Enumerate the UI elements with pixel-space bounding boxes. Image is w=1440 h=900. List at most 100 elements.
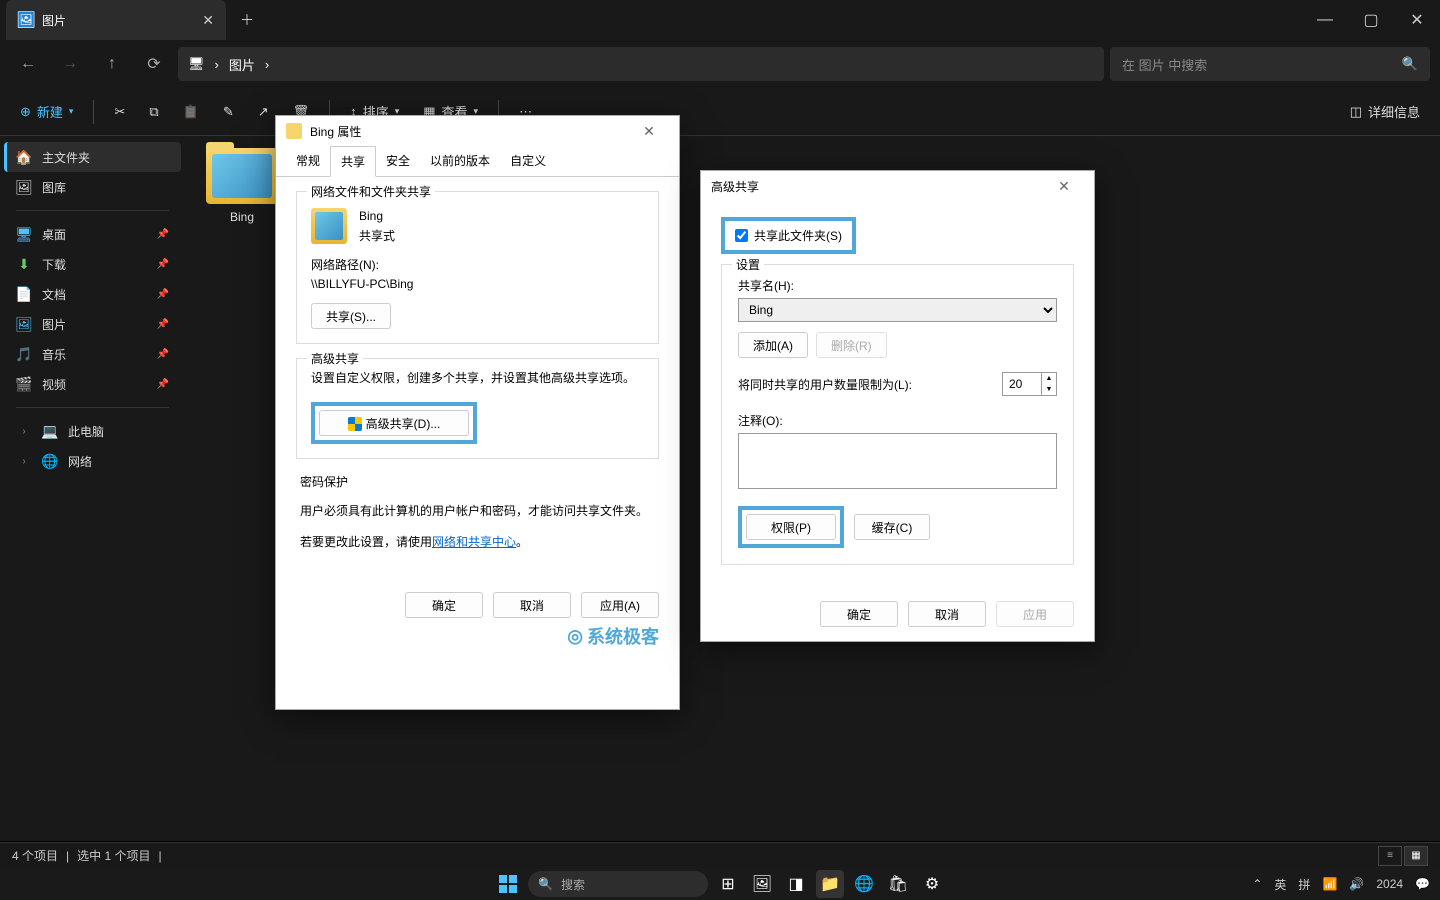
folder-icon [206, 148, 278, 204]
apply-button[interactable]: 应用(A) [581, 592, 659, 618]
sidebar-item-downloads[interactable]: ⬇下载📌 [4, 249, 181, 279]
document-icon: 📄 [16, 286, 32, 302]
tray-chevron-icon[interactable]: ⌃ [1252, 877, 1262, 891]
search-icon[interactable]: 🔍 [1402, 56, 1418, 72]
breadcrumb-pictures[interactable]: 图片 [229, 55, 255, 74]
window-tab[interactable]: 🖼 图片 ✕ [6, 0, 226, 40]
highlight-frame: 权限(P) [738, 506, 844, 548]
close-icon[interactable]: ✕ [1044, 178, 1084, 195]
download-icon: ⬇ [16, 256, 32, 272]
close-icon[interactable]: ✕ [629, 123, 669, 140]
taskbar-settings[interactable]: ⚙ [918, 870, 946, 898]
task-view-button[interactable]: ⊞ [714, 870, 742, 898]
sidebar-item-network[interactable]: ›🌐网络 [4, 446, 181, 476]
chevron-right-icon: › [265, 57, 269, 72]
sidebar-item-home[interactable]: 🏠主文件夹 [4, 142, 181, 172]
wifi-icon[interactable]: 📶 [1322, 877, 1337, 891]
window-controls: — ▢ ✕ [1302, 0, 1440, 40]
notifications-icon[interactable]: 💬 [1415, 877, 1430, 891]
address-bar[interactable]: 🖥 › 图片 › [178, 47, 1104, 81]
folder-bing[interactable]: Bing [197, 148, 287, 224]
cancel-button[interactable]: 取消 [908, 601, 986, 627]
sidebar-item-videos[interactable]: 🎬视频📌 [4, 369, 181, 399]
sidebar-item-thispc[interactable]: ›💻此电脑 [4, 416, 181, 446]
tab-security[interactable]: 安全 [376, 146, 420, 176]
taskbar-explorer[interactable]: 📁 [816, 870, 844, 898]
remove-button[interactable]: 删除(R) [816, 332, 887, 358]
group-title: 密码保护 [300, 473, 655, 490]
cache-button[interactable]: 缓存(C) [854, 514, 930, 540]
network-share-group: 网络文件和文件夹共享 Bing 共享式 网络路径(N): \\BILLYFU-P… [296, 191, 659, 344]
cut-button[interactable]: ✂ [104, 94, 135, 130]
search-box[interactable]: 在 图片 中搜索 🔍 [1110, 47, 1430, 81]
desktop-icon: 🖥 [16, 226, 32, 242]
navbar: ← → ↑ ⟳ 🖥 › 图片 › 在 图片 中搜索 🔍 [0, 40, 1440, 88]
copy-button[interactable]: ⧉ [139, 94, 168, 130]
new-tab-button[interactable]: ＋ [226, 10, 268, 30]
sidebar-item-gallery[interactable]: 🖼图库 [4, 172, 181, 202]
view-grid-button[interactable]: ▦ [1404, 846, 1428, 866]
taskbar-app-1[interactable]: 🖼 [748, 870, 776, 898]
tab-close-icon[interactable]: ✕ [202, 12, 214, 29]
ime-mode[interactable]: 拼 [1298, 876, 1310, 893]
cancel-button[interactable]: 取消 [493, 592, 571, 618]
ok-button[interactable]: 确定 [820, 601, 898, 627]
sidebar-item-music[interactable]: 🎵音乐📌 [4, 339, 181, 369]
sidebar-item-desktop[interactable]: 🖥桌面📌 [4, 219, 181, 249]
ok-button[interactable]: 确定 [405, 592, 483, 618]
home-icon: 🏠 [16, 149, 32, 165]
sharename-select[interactable]: Bing [738, 298, 1057, 322]
taskbar-search[interactable]: 🔍搜索 [528, 871, 708, 897]
minimize-button[interactable]: — [1302, 0, 1348, 40]
share-checkbox-input[interactable] [735, 229, 748, 242]
taskbar: 🔍搜索 ⊞ 🖼 ◨ 📁 🌐 🛍 ⚙ ⌃ 英 拼 📶 🔊 2024 💬 [0, 868, 1440, 900]
back-button[interactable]: ← [10, 46, 46, 82]
forward-button[interactable]: → [52, 46, 88, 82]
pictures-icon: 🖼 [18, 12, 34, 28]
apply-button[interactable]: 应用 [996, 601, 1074, 627]
folder-name: Bing [359, 209, 395, 223]
item-count: 4 个项目 [12, 847, 58, 864]
taskbar-app-2[interactable]: ◨ [782, 870, 810, 898]
spin-up-icon[interactable]: ▲ [1042, 373, 1056, 384]
pwd-desc2: 若要更改此设置，请使用网络和共享中心。 [300, 533, 655, 550]
dialog-titlebar[interactable]: 高级共享 ✕ [701, 171, 1094, 201]
pin-icon: 📌 [157, 379, 169, 390]
sidebar-item-pictures[interactable]: 🖼图片📌 [4, 309, 181, 339]
network-center-link[interactable]: 网络和共享中心 [432, 535, 516, 549]
maximize-button[interactable]: ▢ [1348, 0, 1394, 40]
advanced-share-button[interactable]: 高级共享(D)... [319, 410, 469, 436]
taskbar-store[interactable]: 🛍 [884, 870, 912, 898]
comment-textarea[interactable] [738, 433, 1057, 489]
tab-general[interactable]: 常规 [286, 146, 330, 176]
add-button[interactable]: 添加(A) [738, 332, 808, 358]
share-folder-checkbox[interactable]: 共享此文件夹(S) [729, 225, 848, 246]
share-button[interactable]: 共享(S)... [311, 303, 391, 329]
clock-year[interactable]: 2024 [1376, 877, 1403, 891]
close-button[interactable]: ✕ [1394, 0, 1440, 40]
sidebar-item-documents[interactable]: 📄文档📌 [4, 279, 181, 309]
view-list-button[interactable]: ≡ [1378, 846, 1402, 866]
tab-sharing[interactable]: 共享 [330, 146, 376, 177]
search-icon: 🔍 [538, 877, 553, 891]
permissions-button[interactable]: 权限(P) [746, 514, 836, 540]
ime-indicator[interactable]: 英 [1274, 876, 1286, 893]
tab-custom[interactable]: 自定义 [500, 146, 556, 176]
up-button[interactable]: ↑ [94, 46, 130, 82]
refresh-button[interactable]: ⟳ [136, 46, 172, 82]
new-button[interactable]: ⊕ 新建 ▾ [10, 94, 83, 130]
start-button[interactable] [494, 870, 522, 898]
tab-previous[interactable]: 以前的版本 [420, 146, 500, 176]
chevron-right-icon: › [16, 426, 32, 437]
user-limit-spinner[interactable]: ▲▼ [1002, 372, 1057, 396]
selection-count: 选中 1 个项目 [77, 847, 150, 864]
spin-down-icon[interactable]: ▼ [1042, 384, 1056, 395]
rename-button[interactable]: ✎ [213, 94, 244, 130]
limit-input[interactable] [1002, 372, 1042, 396]
paste-button[interactable]: 📋 [173, 94, 209, 130]
volume-icon[interactable]: 🔊 [1349, 877, 1364, 891]
details-pane-button[interactable]: ◫ 详细信息 [1340, 94, 1430, 130]
taskbar-edge[interactable]: 🌐 [850, 870, 878, 898]
pin-icon: 📌 [157, 319, 169, 330]
dialog-titlebar[interactable]: Bing 属性 ✕ [276, 116, 679, 146]
